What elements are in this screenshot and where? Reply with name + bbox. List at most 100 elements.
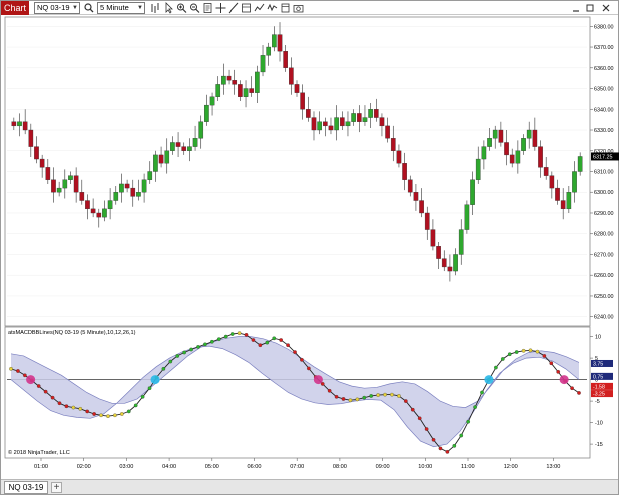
macd-point bbox=[272, 336, 277, 341]
candle-body bbox=[181, 146, 187, 151]
candle-body bbox=[305, 109, 311, 118]
time-axis: 01:00 02:00 03:00 04:00 05:00 06:00 07:00 08:00… bbox=[34, 458, 560, 470]
candle-body bbox=[515, 150, 521, 164]
candle-body bbox=[153, 154, 158, 172]
candle-body bbox=[419, 200, 424, 214]
candle-body bbox=[470, 179, 475, 205]
candle-body bbox=[96, 212, 102, 218]
chart-window: Chart NQ 03-19 ▼ 5 Minute ▼ 6380.00 6370… bbox=[0, 0, 619, 495]
pointer-icon[interactable] bbox=[163, 2, 174, 14]
candle-body bbox=[402, 163, 407, 180]
close-icon[interactable] bbox=[601, 2, 611, 14]
candle-body bbox=[289, 67, 294, 85]
macd-point bbox=[293, 350, 297, 354]
candle-body bbox=[294, 84, 300, 93]
window-title-tab[interactable]: Chart bbox=[1, 1, 29, 15]
candle-body bbox=[260, 55, 266, 73]
macd-point bbox=[445, 449, 450, 454]
candle-body bbox=[215, 84, 221, 97]
price-tick-label: 6350.00 bbox=[594, 87, 614, 93]
time-tick-label: 08:00 bbox=[333, 464, 347, 470]
chart-area[interactable]: 6380.00 6370.00 6360.00 6350.00 6340.00 6330.… bbox=[1, 16, 619, 478]
candle-body bbox=[453, 254, 458, 272]
bars-type-icon[interactable] bbox=[150, 2, 161, 14]
candle-body bbox=[424, 212, 430, 230]
properties-icon[interactable] bbox=[202, 2, 213, 14]
search-icon[interactable] bbox=[83, 2, 94, 14]
candle-body bbox=[475, 158, 481, 180]
candle-body bbox=[464, 204, 470, 230]
data-box-icon[interactable] bbox=[241, 2, 252, 14]
tab-nq-03-19[interactable]: NQ 03-19 bbox=[4, 481, 48, 494]
macd-point bbox=[542, 354, 547, 358]
candle-body bbox=[311, 117, 317, 131]
time-tick-label: 11:00 bbox=[461, 464, 475, 470]
chevron-down-icon: ▼ bbox=[72, 5, 78, 11]
candle-body bbox=[390, 138, 396, 151]
candle-body bbox=[249, 88, 255, 93]
snapshot-icon[interactable] bbox=[293, 2, 304, 14]
instrument-selector-value: NQ 03-19 bbox=[37, 3, 70, 12]
chevron-down-icon: ▼ bbox=[137, 5, 143, 11]
macd-point bbox=[369, 394, 374, 398]
instrument-selector[interactable]: NQ 03-19 ▼ bbox=[34, 2, 80, 14]
macd-point bbox=[300, 357, 304, 362]
candle-body bbox=[198, 121, 204, 139]
price-tick-label: 6270.00 bbox=[594, 252, 614, 258]
templates-icon[interactable] bbox=[280, 2, 291, 14]
macd-point bbox=[549, 361, 554, 366]
zoom-in-icon[interactable] bbox=[176, 2, 187, 14]
macd-point bbox=[348, 398, 353, 403]
macd-point bbox=[507, 352, 512, 357]
interval-selector[interactable]: 5 Minute ▼ bbox=[97, 2, 145, 14]
candle-body bbox=[113, 192, 119, 201]
drawing-tools-icon[interactable] bbox=[228, 2, 239, 14]
candle-body bbox=[73, 175, 79, 193]
macd-point bbox=[223, 334, 228, 339]
candle-body bbox=[238, 84, 243, 97]
bullish-cross-marker bbox=[484, 375, 494, 385]
crosshair-icon[interactable] bbox=[215, 2, 226, 14]
tab-bar: NQ 03-19 + bbox=[1, 479, 618, 494]
macd-point bbox=[182, 350, 187, 355]
macd-point bbox=[210, 339, 214, 344]
candle-body bbox=[51, 179, 56, 193]
macd-point bbox=[119, 412, 124, 416]
candle-body bbox=[175, 142, 181, 147]
indicators-icon[interactable] bbox=[267, 2, 278, 14]
strategies-icon[interactable] bbox=[254, 2, 265, 14]
candle-body bbox=[441, 258, 447, 268]
indicator-label: atsMACDBBLines(NQ 03-19 (5 Minute),10,12… bbox=[8, 330, 136, 336]
macd-point bbox=[459, 433, 464, 438]
zoom-out-icon[interactable] bbox=[189, 2, 200, 14]
candle-body bbox=[430, 229, 436, 247]
value-box-label: -3.25 bbox=[593, 392, 605, 398]
price-tick-label: 6330.00 bbox=[594, 128, 614, 134]
maximize-icon[interactable] bbox=[585, 2, 595, 14]
candle-body bbox=[458, 229, 464, 255]
macd-point bbox=[570, 386, 574, 391]
macd-point bbox=[78, 406, 83, 411]
time-tick-label: 13:00 bbox=[546, 464, 560, 470]
candle-body bbox=[17, 121, 22, 127]
bearish-cross-marker bbox=[559, 375, 569, 385]
candle-body bbox=[119, 183, 124, 193]
macd-point bbox=[196, 345, 200, 349]
macd-point bbox=[431, 437, 436, 442]
candle-body bbox=[56, 187, 62, 193]
macd-point bbox=[307, 366, 311, 371]
candle-body bbox=[322, 121, 328, 127]
minimize-icon[interactable] bbox=[571, 2, 581, 14]
macd-point bbox=[168, 359, 173, 364]
candle-body bbox=[11, 121, 17, 127]
value-box-label: 3.75 bbox=[593, 361, 603, 367]
add-tab-button[interactable]: + bbox=[51, 482, 62, 493]
macd-point bbox=[85, 409, 90, 414]
candle-body bbox=[147, 171, 153, 180]
time-tick-label: 03:00 bbox=[119, 464, 133, 470]
candle-body bbox=[68, 175, 73, 180]
macd-point bbox=[535, 349, 540, 354]
candle-body bbox=[509, 154, 515, 164]
candle-body bbox=[136, 192, 141, 197]
macd-point bbox=[9, 366, 13, 371]
